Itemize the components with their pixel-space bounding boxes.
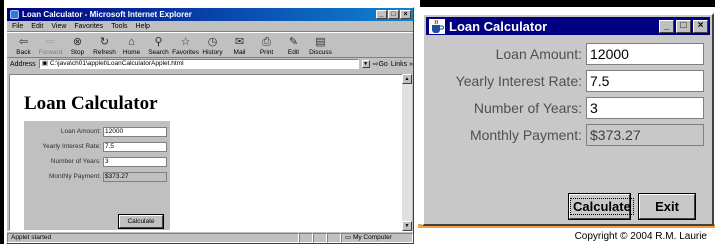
app-window-title: Loan Calculator [449, 18, 548, 34]
menu-help[interactable]: Help [136, 23, 150, 30]
address-bar: Address ▣ C:\java\ch01\applet\LoanCalcul… [7, 58, 413, 70]
print-button[interactable]: ⎙ Print [253, 35, 280, 56]
exit-button[interactable]: Exit [639, 194, 695, 219]
ie-title-bar[interactable]: Loan Calculator - Microsoft Internet Exp… [7, 8, 413, 21]
refresh-button[interactable]: ↻ Refresh [91, 35, 118, 56]
page-heading: Loan Calculator [24, 93, 158, 114]
history-button[interactable]: ◷ History [199, 35, 226, 56]
history-icon: ◷ [207, 36, 218, 48]
number-of-years-field[interactable]: 3 [586, 97, 704, 119]
close-button[interactable]: × [400, 10, 411, 19]
slide-left-border [0, 0, 4, 244]
interest-rate-field[interactable]: 7.5 [586, 70, 704, 92]
favorites-button[interactable]: ☆ Favorites [172, 35, 199, 56]
go-button[interactable]: ⇨Go [373, 60, 388, 68]
status-text: Applet started [7, 232, 299, 243]
edit-icon: ✎ [288, 36, 299, 48]
menu-file[interactable]: File [12, 23, 23, 30]
search-button[interactable]: ⚲ Search [145, 35, 172, 56]
refresh-icon: ↻ [99, 36, 110, 48]
discuss-button[interactable]: ▤ Discuss [307, 35, 334, 56]
java-cup-icon [429, 18, 445, 34]
maximize-button[interactable]: □ [388, 10, 399, 19]
loan-applet: Loan Amount: 12000 Yearly Interest Rate:… [24, 121, 170, 230]
home-button[interactable]: ⌂ Home [118, 35, 145, 56]
mail-icon: ✉ [234, 36, 245, 48]
applet-interest-rate-label: Yearly Interest Rate: [42, 143, 101, 150]
back-arrow-icon: ⇦ [18, 36, 29, 48]
applet-payment-label: Monthly Payment: [48, 173, 101, 180]
number-of-years-label: Number of Years: [473, 100, 582, 116]
menu-view[interactable]: View [51, 23, 66, 30]
links-button[interactable]: Links » [391, 61, 413, 68]
app-close-button[interactable]: × [693, 19, 708, 33]
ie-browser-window: Loan Calculator - Microsoft Internet Exp… [6, 7, 414, 244]
address-label: Address [10, 60, 36, 68]
computer-icon: ▭ [345, 233, 353, 241]
monthly-payment-field: $373.27 [586, 124, 704, 146]
back-button[interactable]: ⇦ Back [10, 35, 37, 56]
calculate-button[interactable]: Calculate [569, 194, 634, 219]
applet-years-field[interactable]: 3 [103, 156, 167, 167]
applet-payment-field: $373.27 [103, 171, 167, 182]
favorites-icon: ☆ [180, 36, 191, 48]
menu-tools[interactable]: Tools [111, 23, 127, 30]
stop-icon: ⊗ [72, 36, 83, 48]
applet-loan-amount-field[interactable]: 12000 [103, 126, 167, 137]
address-dropdown-button[interactable]: ▼ [361, 60, 370, 68]
applet-loan-amount-label: Loan Amount: [60, 128, 101, 135]
home-icon: ⌂ [128, 36, 135, 48]
slide-heading-rule [420, 0, 715, 7]
applet-interest-rate-field[interactable]: 7.5 [103, 141, 167, 152]
print-icon: ⎙ [262, 36, 271, 48]
edit-button[interactable]: ✎ Edit [280, 35, 307, 56]
page-icon: ▣ [41, 60, 48, 67]
scroll-down-button[interactable]: ▼ [402, 221, 412, 231]
app-minimize-button[interactable]: _ [659, 19, 674, 33]
loan-calculator-window: Loan Calculator _ □ × Loan Amount: 12000… [422, 13, 714, 226]
ie-logo-icon [10, 10, 19, 19]
page-content: Loan Calculator Loan Amount: 12000 Yearl… [9, 74, 403, 231]
copyright-text: Copyright © 2004 R.M. Laurie [574, 231, 707, 242]
page-scrollbar[interactable]: ▲ ▼ [402, 74, 412, 231]
address-input[interactable]: ▣ C:\java\ch01\applet\LoanCalculatorAppl… [38, 59, 359, 69]
ie-window-title: Loan Calculator - Microsoft Internet Exp… [22, 10, 192, 19]
forward-button[interactable]: ⇨ Forward [37, 35, 64, 56]
search-icon: ⚲ [154, 36, 163, 48]
app-maximize-button[interactable]: □ [676, 19, 691, 33]
discuss-icon: ▤ [315, 36, 326, 48]
app-title-bar[interactable]: Loan Calculator _ □ × [426, 17, 710, 35]
menu-edit[interactable]: Edit [31, 23, 43, 30]
scroll-up-button[interactable]: ▲ [402, 74, 412, 84]
zone-indicator: ▭ My Computer [341, 232, 413, 243]
ie-menu-bar: File Edit View Favorites Tools Help [7, 21, 413, 32]
stop-button[interactable]: ⊗ Stop [64, 35, 91, 56]
forward-arrow-icon: ⇨ [45, 36, 56, 48]
monthly-payment-label: Monthly Payment: [469, 127, 582, 143]
address-value: C:\java\ch01\applet\LoanCalculatorApplet… [49, 60, 184, 67]
applet-calculate-button[interactable]: Calculate [119, 215, 163, 228]
status-bar: Applet started ▭ My Computer [7, 231, 413, 243]
loan-amount-label: Loan Amount: [495, 46, 582, 62]
applet-years-label: Number of Years: [50, 158, 101, 165]
interest-rate-label: Yearly Interest Rate: [455, 73, 582, 89]
mail-button[interactable]: ✉ Mail [226, 35, 253, 56]
ie-toolbar: ⇦ Back ⇨ Forward ⊗ Stop ↻ Refresh ⌂ Home ⚲ Sea… [7, 32, 413, 58]
loan-amount-field[interactable]: 12000 [586, 43, 704, 65]
minimize-button[interactable]: _ [376, 10, 387, 19]
menu-favorites[interactable]: Favorites [74, 23, 103, 30]
